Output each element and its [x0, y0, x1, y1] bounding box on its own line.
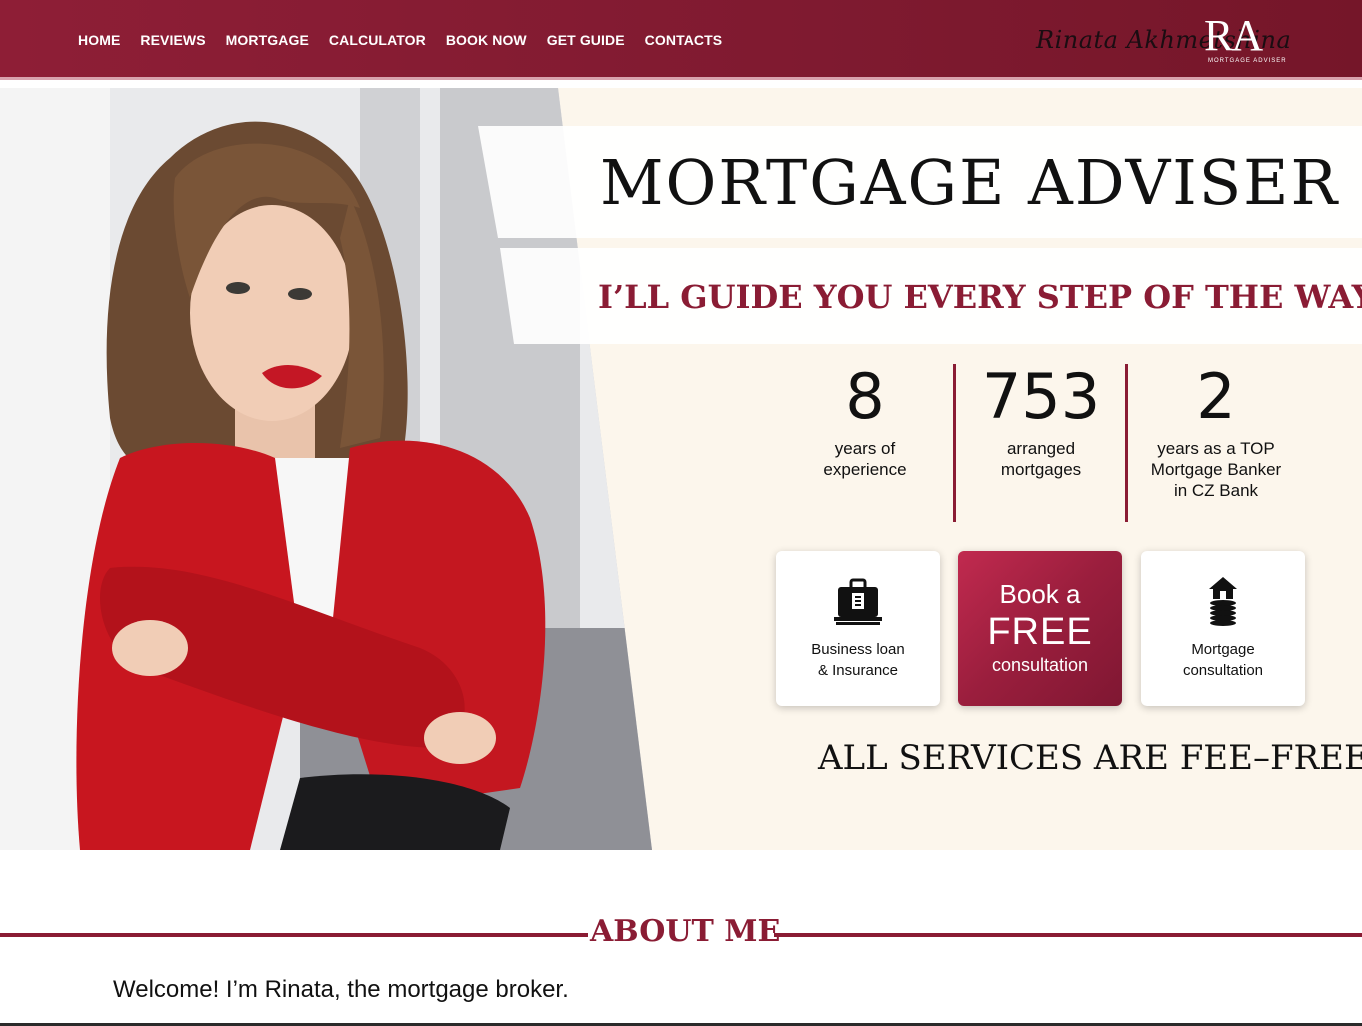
- about-heading: ABOUT ME: [590, 914, 781, 949]
- card-line: & Insurance: [817, 662, 899, 679]
- business-loan-card[interactable]: Business loan & Insurance: [776, 551, 940, 706]
- house-coins-icon: [1209, 577, 1237, 626]
- stats-row: 8 years of experience 753 arranged mortg…: [780, 364, 1310, 522]
- stat-number: 2: [1196, 360, 1236, 433]
- stat-experience: 8 years of experience: [802, 364, 928, 480]
- stat-label: years of experience: [823, 439, 907, 479]
- stat-number: 8: [845, 360, 885, 433]
- nav-home[interactable]: HOME: [78, 32, 120, 48]
- stat-divider: [953, 364, 956, 522]
- mortgage-consultation-card[interactable]: Mortgage consultation: [1141, 551, 1305, 706]
- book-line3: consultation: [991, 655, 1089, 675]
- stat-divider: [1125, 364, 1128, 522]
- about-divider-left: [0, 933, 588, 937]
- book-line1: Book a: [999, 579, 1081, 609]
- hero-section: MORTGAGE ADVISER I’LL GUIDE YOU EVERY ST…: [0, 88, 1362, 850]
- site-logo[interactable]: Rinata Akhmetshina RA MORTGAGE ADVISER: [1036, 11, 1291, 72]
- about-divider-right: [774, 933, 1362, 937]
- top-navbar: HOME REVIEWS MORTGAGE CALCULATOR BOOK NO…: [0, 0, 1362, 80]
- about-welcome-text: Welcome! I’m Rinata, the mortgage broker…: [113, 976, 569, 1003]
- nav-get-guide[interactable]: GET GUIDE: [547, 32, 625, 48]
- stat-label: years as a TOP Mortgage Banker in CZ Ban…: [1150, 439, 1282, 500]
- stat-mortgages: 753 arranged mortgages: [978, 364, 1104, 480]
- hero-subtitle: I’LL GUIDE YOU EVERY STEP OF THE WAY: [598, 278, 1362, 316]
- book-free-consultation-button[interactable]: Book a FREE consultation: [958, 551, 1122, 706]
- book-line2: FREE: [987, 611, 1093, 653]
- nav-mortgage[interactable]: MORTGAGE: [226, 32, 309, 48]
- mortgage-consultation-label: Mortgage consultation: [1141, 639, 1305, 681]
- nav-book-now[interactable]: BOOK NOW: [446, 32, 527, 48]
- stat-label: arranged mortgages: [1000, 439, 1082, 479]
- stat-top-banker: 2 years as a TOP Mortgage Banker in CZ B…: [1142, 364, 1290, 501]
- nav-contacts[interactable]: CONTACTS: [645, 32, 723, 48]
- nav-reviews[interactable]: REVIEWS: [140, 32, 205, 48]
- business-loan-label: Business loan & Insurance: [776, 639, 940, 681]
- logo-subtitle: MORTGAGE ADVISER: [1208, 58, 1287, 64]
- fee-free-note: ALL SERVICES ARE FEE–FREE!: [818, 738, 1362, 778]
- page-title: MORTGAGE ADVISER: [600, 146, 1340, 219]
- briefcase-money-icon: [834, 578, 882, 625]
- nav-calculator[interactable]: CALCULATOR: [329, 32, 426, 48]
- card-line: Mortgage: [1191, 641, 1255, 658]
- main-nav: HOME REVIEWS MORTGAGE CALCULATOR BOOK NO…: [78, 32, 722, 48]
- card-line: consultation: [1182, 662, 1264, 679]
- card-line: Business loan: [811, 641, 905, 658]
- logo-monogram: RA: [1204, 11, 1263, 60]
- stat-number: 753: [981, 360, 1101, 433]
